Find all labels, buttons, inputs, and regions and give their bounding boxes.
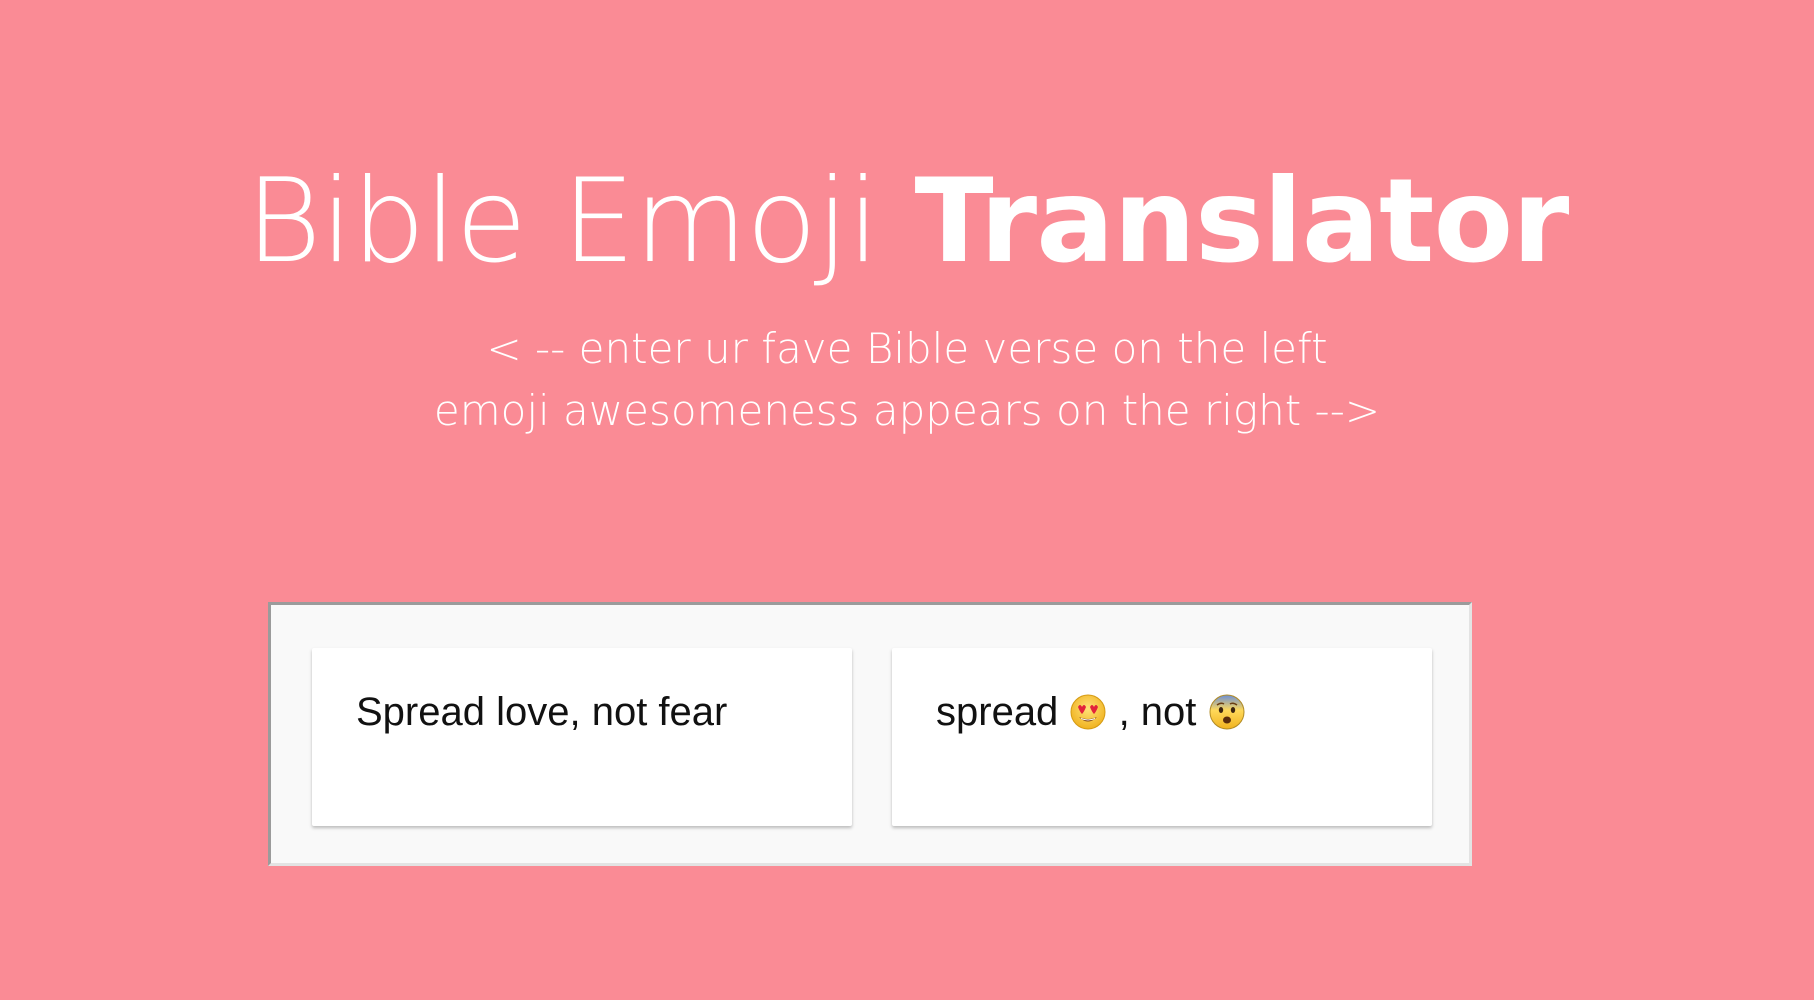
title-light-text: Bible Emoji bbox=[245, 154, 880, 289]
verse-input-text[interactable]: Spread love, not fear bbox=[356, 690, 727, 734]
title-bold-text: Translator bbox=[914, 154, 1570, 289]
verse-input-box[interactable]: Spread love, not fear bbox=[312, 648, 852, 826]
translator-panel: Spread love, not fear spread , not bbox=[268, 602, 1472, 866]
fearful-face-icon bbox=[1208, 693, 1246, 741]
output-text-part-2: , not bbox=[1118, 690, 1197, 734]
page-title: Bible Emoji Translator bbox=[0, 152, 1814, 292]
heart-eyes-icon bbox=[1069, 693, 1107, 741]
instruction-line-left: < -- enter ur fave Bible verse on the le… bbox=[486, 324, 1328, 373]
instructions: < -- enter ur fave Bible verse on the le… bbox=[0, 318, 1814, 442]
output-text-part-1: spread bbox=[936, 690, 1059, 734]
instruction-line-right: emoji awesomeness appears on the right -… bbox=[433, 386, 1381, 435]
emoji-output-box: spread , not bbox=[892, 648, 1432, 826]
